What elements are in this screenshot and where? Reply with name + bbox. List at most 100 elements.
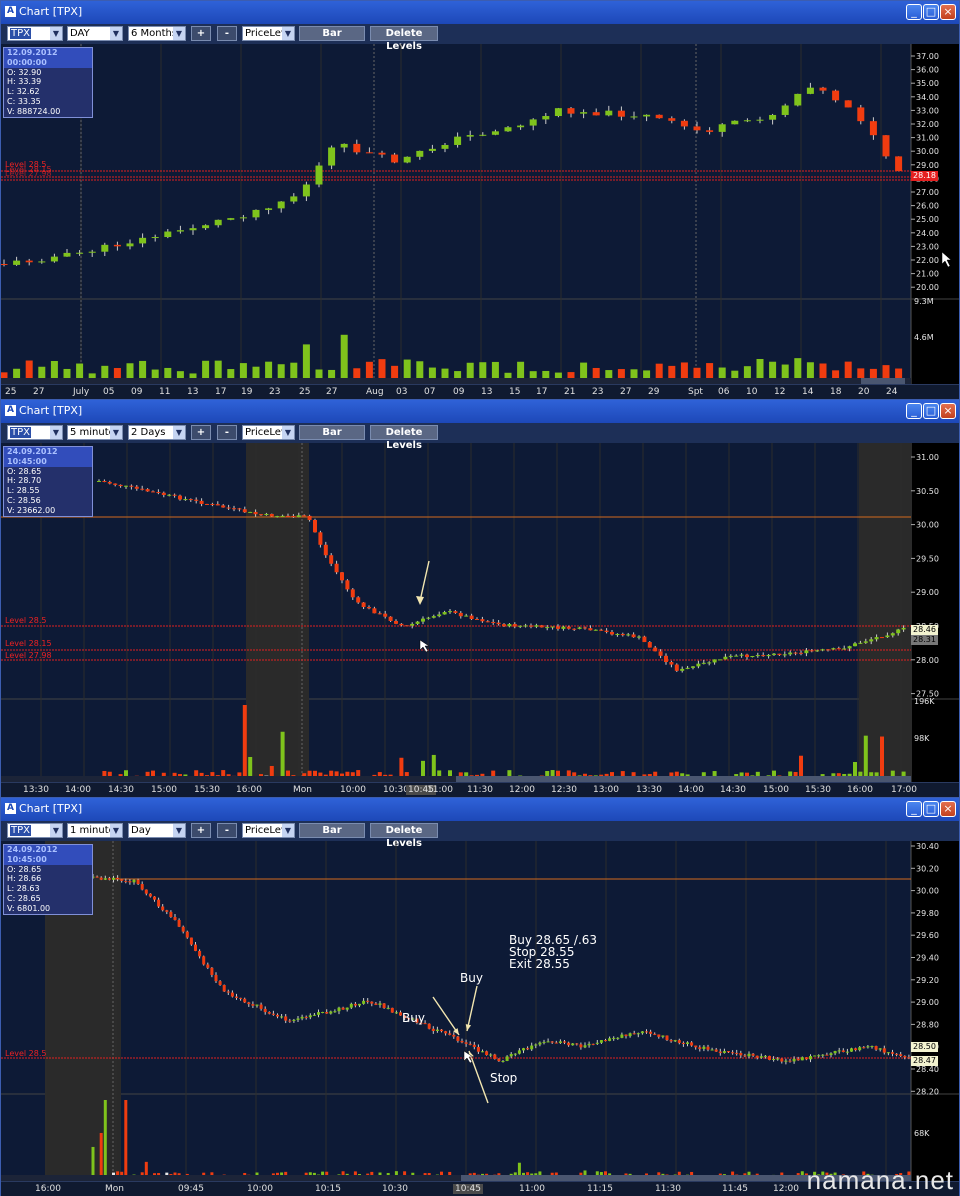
candle — [747, 1053, 751, 1057]
maximize-button[interactable]: □ — [923, 403, 939, 419]
candle — [739, 1052, 743, 1056]
minimize-button[interactable]: _ — [906, 801, 922, 817]
candle — [286, 515, 290, 517]
close-button[interactable]: × — [940, 801, 956, 817]
candle — [880, 637, 884, 639]
title-bar[interactable]: A Chart [TPX] _ □ × — [1, 1, 959, 24]
range-select[interactable]: 2 Days ▼ — [128, 425, 186, 440]
period-select[interactable]: 1 minute ▼ — [67, 823, 123, 838]
candle — [722, 1051, 726, 1053]
candle — [538, 1042, 542, 1045]
maximize-button[interactable]: □ — [923, 4, 939, 20]
price-levels-select[interactable]: PriceLevels▼ — [242, 823, 295, 838]
x-tick-label: 15:30 — [805, 785, 831, 795]
range-select[interactable]: Day ▼ — [128, 823, 186, 838]
candle — [792, 1058, 796, 1062]
range-select[interactable]: 6 Months ▼ — [128, 26, 186, 41]
price-chart-5min[interactable]: 31.0030.5030.0029.5029.0028.5028.0027.50… — [1, 443, 959, 782]
zoom-in-button[interactable]: + — [191, 425, 211, 440]
symbol-select[interactable]: TPX ▼ — [7, 823, 63, 838]
candle — [706, 130, 714, 132]
ohlc-info-box: 12.09.2012 00:00:00 O: 32.90 H: 33.39 L:… — [3, 47, 93, 118]
ohlc-open: O: 32.90 — [7, 67, 42, 77]
candle — [718, 659, 722, 661]
zoom-out-button[interactable]: - — [217, 823, 237, 838]
x-tick-label: 20 — [858, 387, 870, 397]
candle — [723, 656, 728, 660]
candle — [469, 615, 474, 620]
close-button[interactable]: × — [940, 403, 956, 419]
candle — [374, 1003, 378, 1005]
candle — [361, 602, 366, 608]
candle — [156, 491, 161, 493]
price-levels-select[interactable]: PriceLevels▼ — [242, 26, 295, 41]
x-axis[interactable]: 25 27 July 05 09 11 13 17 19 23 25 27 Aug 03 07 09 13 15 1… — [1, 384, 959, 399]
title-bar[interactable]: A Chart [TPX] _ □ × — [1, 798, 959, 821]
candle — [896, 629, 901, 634]
price-chart-daily[interactable]: 37.00 36.00 35.00 34.00 33.00 32.00 31.00 30.00… — [1, 44, 959, 384]
symbol-select[interactable]: TPX ▼ — [7, 425, 63, 440]
candle — [632, 1033, 636, 1035]
delete-levels-button[interactable]: Delete Levels — [370, 823, 438, 849]
candle — [542, 1041, 546, 1043]
x-tick-label: 27 — [620, 387, 632, 397]
candle — [829, 1053, 833, 1056]
candle — [616, 1037, 620, 1039]
zoom-out-button[interactable]: - — [217, 425, 237, 440]
x-tick-label: 09:45 — [178, 1184, 204, 1194]
candle — [441, 144, 449, 149]
candle — [221, 505, 226, 508]
candle — [403, 156, 411, 163]
minimize-button[interactable]: _ — [906, 403, 922, 419]
candle — [837, 1050, 841, 1052]
period-select[interactable]: DAY ▼ — [67, 26, 123, 41]
x-tick-label: 18 — [830, 387, 842, 397]
candle — [140, 884, 144, 890]
candle — [869, 639, 874, 642]
candle — [38, 261, 46, 263]
candle — [776, 1058, 780, 1060]
candle — [694, 1045, 698, 1048]
bar-type-button[interactable]: Bar — [299, 26, 365, 41]
candle — [579, 1044, 583, 1048]
period-select[interactable]: 5 minutes ▼ — [67, 425, 123, 440]
candle — [645, 1031, 648, 1033]
y-tick-label: 28.20 — [916, 1087, 939, 1096]
ohlc-open: O: 28.65 — [7, 864, 42, 874]
close-button[interactable]: × — [940, 4, 956, 20]
price-chart-1min[interactable]: 30.40 30.20 30.00 29.80 29.60 29.40 29.20 29.00… — [1, 841, 959, 1181]
minimize-button[interactable]: _ — [906, 4, 922, 20]
zoom-in-button[interactable]: + — [191, 823, 211, 838]
candle — [853, 643, 857, 647]
symbol-select[interactable]: TPX ▼ — [7, 26, 63, 41]
zoom-out-button[interactable]: - — [217, 26, 237, 41]
x-tick-label: 12:30 — [551, 785, 577, 795]
maximize-button[interactable]: □ — [923, 801, 939, 817]
candle — [232, 508, 236, 510]
candle — [701, 662, 706, 664]
x-tick-label: 14:30 — [720, 785, 746, 795]
candle — [253, 511, 258, 515]
ohlc-high: H: 28.66 — [7, 874, 42, 884]
candle — [539, 625, 544, 628]
bar-type-button[interactable]: Bar — [299, 823, 365, 838]
price-levels-select[interactable]: PriceLevels▼ — [242, 425, 295, 440]
zoom-in-button[interactable]: + — [191, 26, 211, 41]
candle — [772, 653, 776, 655]
candle — [561, 626, 566, 629]
x-tick-label: Mon — [105, 1184, 124, 1194]
x-tick-label: 07 — [424, 387, 436, 397]
watermark: namana.net — [806, 1165, 954, 1195]
level-label: Level 28.15 — [5, 639, 52, 648]
delete-levels-button[interactable]: Delete Levels — [370, 26, 438, 52]
x-axis[interactable]: 13:30 14:00 14:30 15:00 15:30 16:00 Mon 10:00 10… — [1, 782, 959, 797]
chart-toolbar: TPX▼ 5 minutes▼ 2 Days▼ + - PriceLevels▼… — [1, 423, 959, 451]
x-tick-label: 19 — [241, 387, 253, 397]
delete-levels-button[interactable]: Delete Levels — [370, 425, 438, 451]
x-tick-label: 06 — [718, 387, 730, 397]
candle — [263, 1008, 267, 1013]
title-bar[interactable]: A Chart [TPX] _ □ × — [1, 400, 959, 423]
bar-type-button[interactable]: Bar — [299, 425, 365, 440]
candle — [177, 919, 181, 927]
candle — [367, 607, 371, 609]
